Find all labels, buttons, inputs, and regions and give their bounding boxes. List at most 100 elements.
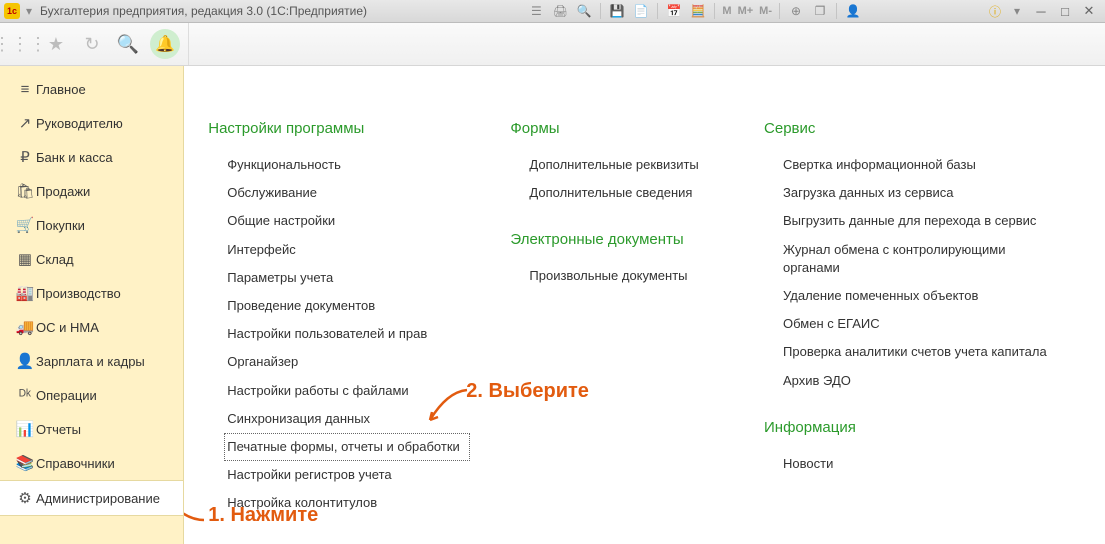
- list-item[interactable]: Интерфейс: [224, 236, 470, 264]
- list-item[interactable]: Функциональность: [224, 151, 470, 179]
- administration-icon: ⚙: [14, 489, 36, 507]
- forms-column: Формы Дополнительные реквизитыДополнител…: [510, 120, 724, 315]
- assets-icon: 🚚: [14, 318, 36, 336]
- sidebar-item-hr[interactable]: 👤Зарплата и кадры: [0, 344, 183, 378]
- hr-icon: 👤: [14, 352, 36, 370]
- history-icon[interactable]: ↻: [78, 30, 106, 58]
- info-dropdown-icon[interactable]: ▾: [1006, 2, 1028, 20]
- sidebar-item-operations[interactable]: ᴰᵏОперации: [0, 378, 183, 412]
- calendar-icon[interactable]: 📅: [663, 2, 685, 20]
- list-item[interactable]: Выгрузить данные для перехода в сервис: [780, 207, 1065, 235]
- sidebar-item-bank[interactable]: ₽Банк и касса: [0, 140, 183, 174]
- nav-menu-icon[interactable]: ☰: [525, 2, 547, 20]
- section-title-edocs: Электронные документы: [510, 231, 724, 248]
- sidebar-item-assets[interactable]: 🚚ОС и НМА: [0, 310, 183, 344]
- main-icon: ≡: [14, 81, 36, 98]
- windows-icon[interactable]: ❐: [809, 2, 831, 20]
- window-title: Бухгалтерия предприятия, редакция 3.0 (1…: [40, 4, 367, 18]
- list-item[interactable]: Настройки работы с файлами: [224, 377, 470, 405]
- sidebar-item-purchases[interactable]: 🛒Покупки: [0, 208, 183, 242]
- manager-icon: ↗: [14, 114, 36, 132]
- list-item[interactable]: Удаление помеченных объектов: [780, 282, 1065, 310]
- settings-list: ФункциональностьОбслуживаниеОбщие настро…: [224, 151, 470, 517]
- list-item[interactable]: Архив ЭДО: [780, 367, 1065, 395]
- sidebar-item-administration[interactable]: ⚙Администрирование: [0, 480, 183, 516]
- info-list: Новости: [780, 450, 1065, 478]
- minimize-button[interactable]: ─: [1031, 3, 1051, 19]
- sidebar-item-label: ОС и НМА: [36, 320, 99, 335]
- content-area: Настройки программы ФункциональностьОбсл…: [184, 66, 1105, 544]
- list-item[interactable]: Свертка информационной базы: [780, 151, 1065, 179]
- maximize-button[interactable]: □: [1055, 3, 1075, 19]
- sidebar-item-main[interactable]: ≡Главное: [0, 72, 183, 106]
- memory-mminus-button[interactable]: M-: [757, 2, 774, 20]
- sidebar-item-sales[interactable]: 🛍Продажи: [0, 174, 183, 208]
- list-item[interactable]: Загрузка данных из сервиса: [780, 179, 1065, 207]
- production-icon: 🏭: [14, 284, 36, 302]
- sidebar-item-label: Зарплата и кадры: [36, 354, 145, 369]
- print-icon[interactable]: 🖨: [549, 2, 571, 20]
- sidebar-item-label: Покупки: [36, 218, 85, 233]
- copy-icon[interactable]: 📄: [630, 2, 652, 20]
- bank-icon: ₽: [14, 148, 36, 166]
- list-item[interactable]: Дополнительные сведения: [526, 179, 724, 207]
- favorite-star-icon[interactable]: ★: [42, 30, 70, 58]
- memory-mplus-button[interactable]: M+: [736, 2, 756, 20]
- window-titlebar: 1c ▾ Бухгалтерия предприятия, редакция 3…: [0, 0, 1105, 23]
- app-logo-1c-icon: 1c: [4, 3, 20, 19]
- user-icon[interactable]: 👤: [842, 2, 864, 20]
- list-item[interactable]: Произвольные документы: [526, 262, 724, 290]
- memory-m-button[interactable]: M: [720, 2, 733, 20]
- list-item[interactable]: Настройка колонтитулов: [224, 489, 470, 517]
- sidebar-item-label: Справочники: [36, 456, 115, 471]
- toolstrip-divider: [188, 23, 189, 65]
- list-item[interactable]: Общие настройки: [224, 207, 470, 235]
- list-item[interactable]: Новости: [780, 450, 1065, 478]
- notifications-bell-icon[interactable]: 🔔: [150, 29, 180, 59]
- sidebar-item-label: Банк и касса: [36, 150, 113, 165]
- zoom-in-icon[interactable]: ⊕: [785, 2, 807, 20]
- search-icon[interactable]: 🔍: [114, 30, 142, 58]
- preview-icon[interactable]: 🔍: [573, 2, 595, 20]
- edocs-list: Произвольные документы: [526, 262, 724, 290]
- main-sidebar: ≡Главное↗Руководителю₽Банк и касса🛍Прода…: [0, 66, 184, 544]
- section-title-settings: Настройки программы: [208, 120, 470, 137]
- sidebar-item-inventory[interactable]: ▦Склад: [0, 242, 183, 276]
- settings-column: Настройки программы ФункциональностьОбсл…: [208, 120, 470, 541]
- sidebar-item-production[interactable]: 🏭Производство: [0, 276, 183, 310]
- info-icon[interactable]: ⓘ: [986, 2, 1004, 20]
- close-button[interactable]: ✕: [1079, 3, 1099, 19]
- list-item[interactable]: Настройки регистров учета: [224, 461, 470, 489]
- section-title-info: Информация: [764, 419, 1065, 436]
- sidebar-item-catalogs[interactable]: 📚Справочники: [0, 446, 183, 480]
- sidebar-item-label: Производство: [36, 286, 121, 301]
- list-item[interactable]: Параметры учета: [224, 264, 470, 292]
- list-item[interactable]: Печатные формы, отчеты и обработки: [224, 433, 470, 461]
- dropdown-icon[interactable]: ▾: [24, 6, 34, 16]
- calculator-icon[interactable]: 🧮: [687, 2, 709, 20]
- list-item[interactable]: Органайзер: [224, 348, 470, 376]
- list-item[interactable]: Дополнительные реквизиты: [526, 151, 724, 179]
- operations-icon: ᴰᵏ: [14, 387, 36, 404]
- sidebar-item-label: Операции: [36, 388, 97, 403]
- list-item[interactable]: Проверка аналитики счетов учета капитала: [780, 338, 1065, 366]
- forms-list: Дополнительные реквизитыДополнительные с…: [526, 151, 724, 207]
- catalogs-icon: 📚: [14, 454, 36, 472]
- sidebar-item-label: Главное: [36, 82, 86, 97]
- purchases-icon: 🛒: [14, 216, 36, 234]
- sidebar-item-label: Руководителю: [36, 116, 123, 131]
- annotation-arrow-1-icon: [184, 490, 209, 530]
- apps-grid-icon[interactable]: ⋮⋮⋮: [6, 30, 34, 58]
- list-item[interactable]: Синхронизация данных: [224, 405, 470, 433]
- list-item[interactable]: Обслуживание: [224, 179, 470, 207]
- sidebar-item-label: Отчеты: [36, 422, 81, 437]
- list-item[interactable]: Обмен с ЕГАИС: [780, 310, 1065, 338]
- save-icon[interactable]: 💾: [606, 2, 628, 20]
- list-item[interactable]: Журнал обмена с контролирующими органами: [780, 236, 1065, 282]
- list-item[interactable]: Настройки пользователей и прав: [224, 320, 470, 348]
- inventory-icon: ▦: [14, 250, 36, 268]
- sidebar-item-manager[interactable]: ↗Руководителю: [0, 106, 183, 140]
- list-item[interactable]: Проведение документов: [224, 292, 470, 320]
- sidebar-item-label: Склад: [36, 252, 74, 267]
- sidebar-item-reports[interactable]: 📊Отчеты: [0, 412, 183, 446]
